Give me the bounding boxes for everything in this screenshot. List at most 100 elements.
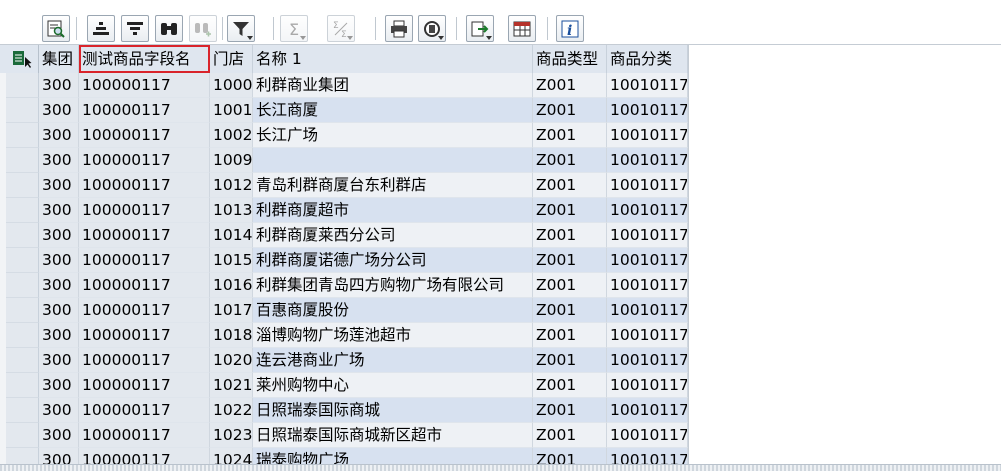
cell-material[interactable]: 100000117 [79,398,210,423]
cell-material[interactable]: 100000117 [79,298,210,323]
cell-category[interactable]: 10010117 [607,198,688,223]
cell-store[interactable]: 1021 [210,373,253,398]
row-selector[interactable] [6,248,39,273]
views-button[interactable] [418,15,446,42]
cell-store[interactable]: 1009 [210,148,253,173]
layout-button[interactable] [508,15,536,42]
cell-name[interactable]: 日照瑞泰国际商城新区超市 [253,423,533,448]
cell-store[interactable]: 1022 [210,398,253,423]
cell-type[interactable]: Z001 [533,248,607,273]
details-button[interactable] [42,15,70,42]
cell-client[interactable]: 300 [39,323,79,348]
cell-type[interactable]: Z001 [533,73,607,98]
cell-category[interactable]: 10010117 [607,373,688,398]
column-header-client[interactable]: 集团 [39,45,79,73]
cell-category[interactable]: 10010117 [607,298,688,323]
cell-type[interactable]: Z001 [533,148,607,173]
cell-store[interactable]: 1013 [210,198,253,223]
table-row[interactable]: 300 100000117 1017 百惠商厦股份 Z001 10010117 [0,298,688,323]
find-next-button[interactable] [189,15,217,42]
cell-name[interactable]: 青岛利群商厦台东利群店 [253,173,533,198]
column-header-material[interactable]: 测试商品字段名 [79,45,210,73]
cell-type[interactable]: Z001 [533,98,607,123]
cell-name[interactable]: 百惠商厦股份 [253,298,533,323]
cell-client[interactable]: 300 [39,198,79,223]
cell-name[interactable]: 长江广场 [253,123,533,148]
find-button[interactable] [155,15,183,42]
print-button[interactable] [385,15,413,42]
cell-store[interactable]: 1012 [210,173,253,198]
cell-client[interactable]: 300 [39,123,79,148]
cell-store[interactable]: 1002 [210,123,253,148]
table-row[interactable]: 300 100000117 1012 青岛利群商厦台东利群店 Z001 10010117 [0,173,688,198]
cell-category[interactable]: 10010117 [607,73,688,98]
cell-category[interactable]: 10010117 [607,223,688,248]
row-selector[interactable] [6,373,39,398]
column-header-store[interactable]: 门店 [210,45,253,73]
row-selector[interactable] [6,98,39,123]
cell-name[interactable]: 利群商厦超市 [253,198,533,223]
cell-material[interactable]: 100000117 [79,348,210,373]
horizontal-scrollbar[interactable] [0,464,1001,471]
row-selector[interactable] [6,123,39,148]
cell-store[interactable]: 1001 [210,98,253,123]
cell-client[interactable]: 300 [39,73,79,98]
row-selector[interactable] [6,173,39,198]
cell-name[interactable]: 利群商业集团 [253,73,533,98]
row-selector[interactable] [6,323,39,348]
export-button[interactable] [466,15,494,42]
cell-client[interactable]: 300 [39,423,79,448]
sum-button[interactable]: Σ [280,15,308,42]
cell-name[interactable]: 利群商厦诺德广场分公司 [253,248,533,273]
cell-category[interactable]: 10010117 [607,273,688,298]
cell-type[interactable]: Z001 [533,173,607,198]
cell-client[interactable]: 300 [39,273,79,298]
cell-store[interactable]: 1017 [210,298,253,323]
row-selector[interactable] [6,423,39,448]
cell-type[interactable]: Z001 [533,273,607,298]
cell-category[interactable]: 10010117 [607,148,688,173]
cell-name[interactable]: 利群集团青岛四方购物广场有限公司 [253,273,533,298]
cell-client[interactable]: 300 [39,298,79,323]
table-row[interactable]: 300 100000117 1002 长江广场 Z001 10010117 [0,123,688,148]
table-row[interactable]: 300 100000117 1021 莱州购物中心 Z001 10010117 [0,373,688,398]
cell-store[interactable]: 1023 [210,423,253,448]
cell-client[interactable]: 300 [39,173,79,198]
row-selector[interactable] [6,348,39,373]
cell-material[interactable]: 100000117 [79,373,210,398]
cell-category[interactable]: 10010117 [607,348,688,373]
cell-type[interactable]: Z001 [533,323,607,348]
cell-type[interactable]: Z001 [533,123,607,148]
cell-store[interactable]: 1015 [210,248,253,273]
row-selector[interactable] [6,298,39,323]
cell-material[interactable]: 100000117 [79,273,210,298]
cell-client[interactable]: 300 [39,223,79,248]
row-selector[interactable] [6,198,39,223]
row-selector[interactable] [6,398,39,423]
cell-category[interactable]: 10010117 [607,323,688,348]
cell-type[interactable]: Z001 [533,298,607,323]
table-row[interactable]: 300 100000117 1023 日照瑞泰国际商城新区超市 Z001 10010117 [0,423,688,448]
sort-descending-button[interactable] [121,15,149,42]
cell-type[interactable]: Z001 [533,223,607,248]
select-all-button[interactable] [6,45,39,73]
row-selector[interactable] [6,73,39,98]
cell-store[interactable]: 1016 [210,273,253,298]
table-row[interactable]: 300 100000117 1020 连云港商业广场 Z001 10010117 [0,348,688,373]
table-row[interactable]: 300 100000117 1015 利群商厦诺德广场分公司 Z001 10010117 [0,248,688,273]
cell-name[interactable]: 淄博购物广场莲池超市 [253,323,533,348]
cell-client[interactable]: 300 [39,248,79,273]
table-row[interactable]: 300 100000117 1022 日照瑞泰国际商城 Z001 10010117 [0,398,688,423]
table-row[interactable]: 300 100000117 1014 利群商厦莱西分公司 Z001 10010117 [0,223,688,248]
cell-name[interactable]: 日照瑞泰国际商城 [253,398,533,423]
info-button[interactable]: i [556,15,584,42]
cell-category[interactable]: 10010117 [607,248,688,273]
cell-name[interactable]: 长江商厦 [253,98,533,123]
cell-material[interactable]: 100000117 [79,73,210,98]
cell-client[interactable]: 300 [39,398,79,423]
cell-material[interactable]: 100000117 [79,173,210,198]
column-header-type[interactable]: 商品类型 [533,45,607,73]
table-row[interactable]: 300 100000117 1009 Z001 10010117 [0,148,688,173]
filter-button[interactable] [227,15,255,42]
cell-name[interactable]: 莱州购物中心 [253,373,533,398]
